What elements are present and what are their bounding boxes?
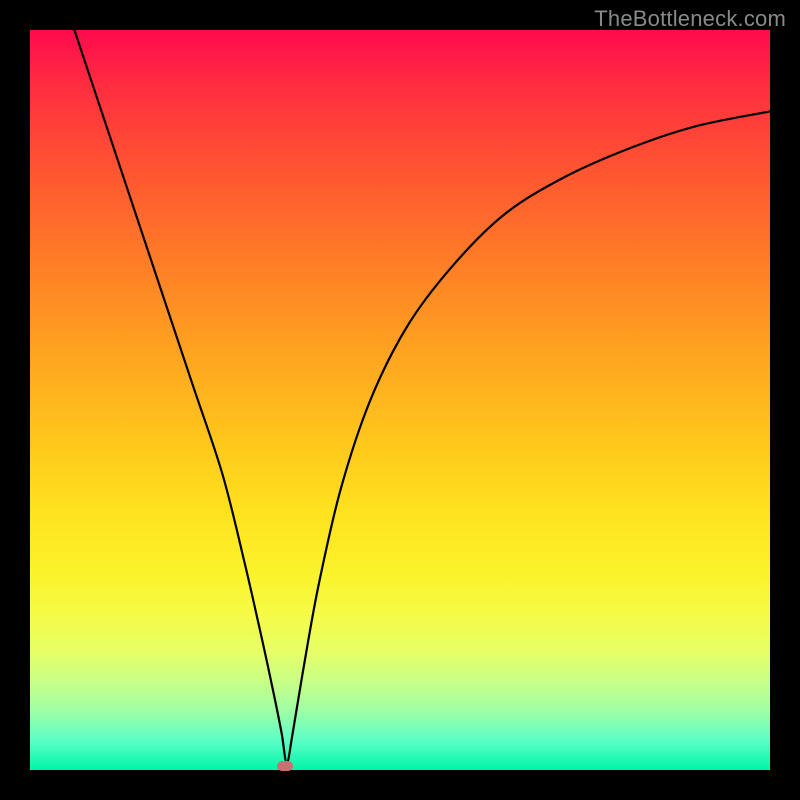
bottleneck-curve [30,30,770,770]
plot-area [30,30,770,770]
optimum-marker [277,761,293,771]
chart-canvas: TheBottleneck.com [0,0,800,800]
watermark-text: TheBottleneck.com [594,6,786,32]
